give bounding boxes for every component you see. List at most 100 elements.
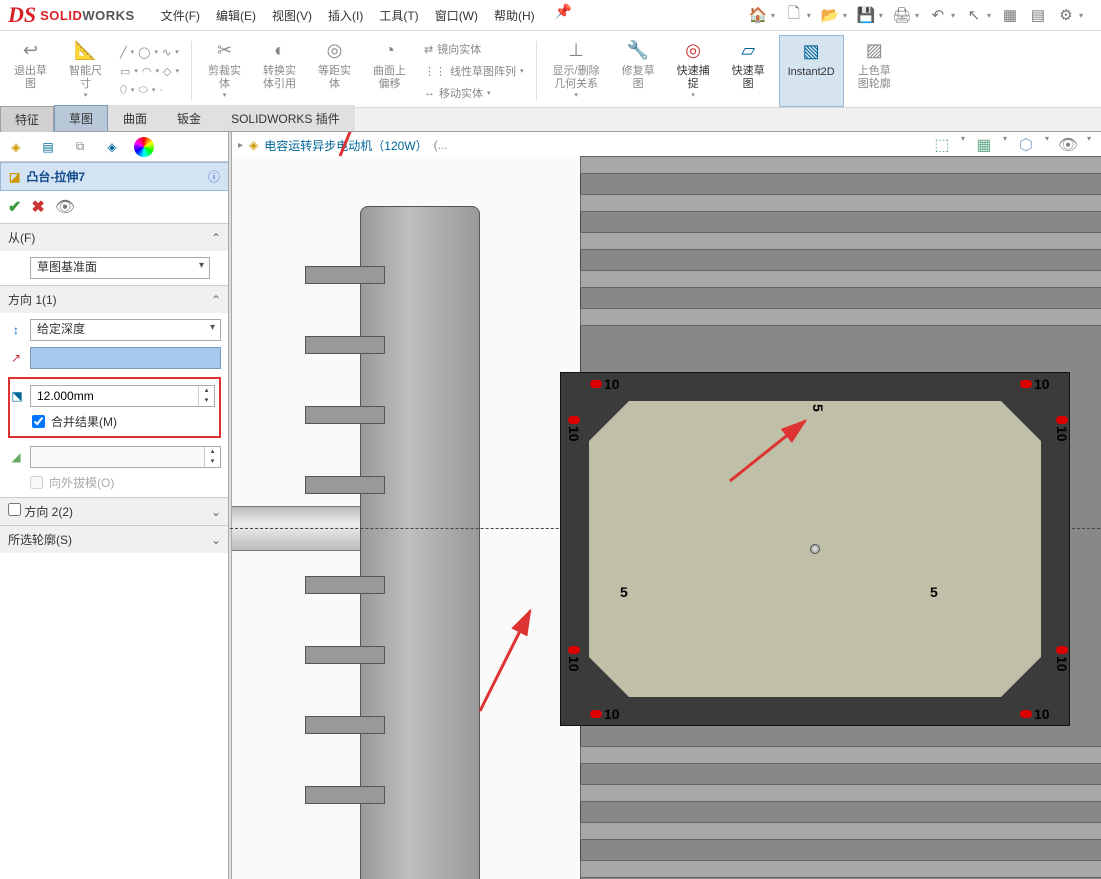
config-tab-icon[interactable]: ⧉ (70, 137, 90, 157)
smart-dimension-button[interactable]: 📐智能尺 寸▾ (61, 35, 110, 107)
menu-tool[interactable]: 工具(T) (373, 3, 424, 28)
draft-field (31, 447, 204, 467)
cancel-button[interactable]: ✖ (31, 197, 44, 217)
new-icon[interactable]: 🏠 (749, 6, 767, 24)
merge-result-label: 合并结果(M) (51, 413, 117, 430)
tab-surface[interactable]: 曲面 (108, 105, 162, 131)
tab-sketch[interactable]: 草图 (54, 105, 108, 131)
rebuild-icon[interactable]: ▦ (1001, 6, 1019, 24)
depth-spinner[interactable]: ▴▾ (198, 386, 214, 406)
from-section-header[interactable]: 从(F)⌃ (0, 224, 229, 251)
draft-outward-label: 向外拔模(O) (49, 474, 114, 491)
menu-file[interactable]: 文件(F) (155, 3, 206, 28)
appearance-tab-icon[interactable] (134, 137, 154, 157)
surface-offset-button[interactable]: ◔曲面上 偏移 (365, 35, 414, 107)
fin-protrusion (305, 646, 385, 664)
help-icon[interactable]: ⓘ (208, 168, 220, 185)
fin-protrusion (305, 266, 385, 284)
dimension-label[interactable]: 10 (590, 376, 620, 392)
draft-outward-checkbox (30, 476, 43, 489)
quick-snap-button[interactable]: ◎快速捕 捉▾ (669, 35, 718, 107)
fin-protrusion (305, 716, 385, 734)
model-canvas[interactable]: 10 10 10 10 10 10 10 10 5 5 5 (230, 156, 1101, 879)
draft-angle-input[interactable]: ▴▾ (30, 446, 221, 468)
extrude-boss-icon: ◪ (9, 170, 20, 184)
dimension-label[interactable]: 10 (590, 706, 620, 722)
rapid-sketch-button[interactable]: ▱快速草 图 (724, 35, 773, 107)
folder-open-icon[interactable]: 📂 (821, 6, 839, 24)
tab-sheetmetal[interactable]: 钣金 (162, 105, 216, 131)
menu-view[interactable]: 视图(V) (266, 3, 318, 28)
draft-icon[interactable]: ◢ (8, 449, 24, 465)
feature-title: 凸台-拉伸7 (26, 168, 85, 185)
command-tabstrip: 特征 草图 曲面 钣金 SOLIDWORKS 插件 (0, 108, 1101, 132)
select-icon[interactable]: ↖ (965, 6, 983, 24)
ok-button[interactable]: ✔ (8, 197, 21, 217)
reverse-direction-icon[interactable]: ↕ (8, 322, 24, 338)
direction-vector-field[interactable] (30, 347, 221, 369)
fin-protrusion (305, 336, 385, 354)
shaded-contour-button[interactable]: ▨上色草 图轮廓 (850, 35, 899, 107)
breadcrumb-arrow-icon[interactable]: ▸ (238, 140, 243, 151)
menu-insert[interactable]: 插入(I) (322, 3, 369, 28)
offset-entities-button[interactable]: ◎等距实 体 (310, 35, 359, 107)
draft-spinner[interactable]: ▴▾ (204, 447, 220, 467)
depth-input[interactable]: ▴▾ (30, 385, 215, 407)
pattern-mini-group[interactable]: ⇄镜向实体 ⋮⋮线性草图阵列▾ ↔移动实体▾ (420, 35, 528, 107)
dimension-label[interactable]: 10 (1054, 416, 1070, 442)
show-relations-button[interactable]: ⊥显示/删除 几何关系▾ (545, 35, 608, 107)
save-icon[interactable]: 💾 (857, 6, 875, 24)
depth-value-field[interactable] (31, 386, 198, 406)
menu-help[interactable]: 帮助(H) (488, 3, 541, 28)
sketch-line-tools[interactable]: ╱▾◯▾∿▾ ▭▾◠▾◇▾ ⬯▾⬭▾· (116, 35, 183, 107)
dimension-label[interactable]: 10 (1020, 706, 1050, 722)
property-tab-icon[interactable]: ▤ (38, 137, 58, 157)
direction2-checkbox[interactable] (8, 503, 21, 516)
direction2-section-header[interactable]: 方向 2(2)⌄ (0, 498, 229, 525)
dimension-label[interactable]: 5 (930, 584, 938, 600)
orientation-icon[interactable]: ⬚ (931, 134, 953, 156)
panel-splitter[interactable] (228, 132, 232, 879)
feature-tree-tab-icon[interactable]: ◈ (6, 137, 26, 157)
grid-icon[interactable]: ▤ (1029, 6, 1047, 24)
display-style-icon[interactable]: ▦ (973, 134, 995, 156)
annotation-arrow (470, 601, 550, 724)
trim-entities-button[interactable]: ✂剪裁实 体▾ (200, 35, 249, 107)
menu-pin-icon[interactable]: 📌 (555, 3, 572, 28)
exit-sketch-button[interactable]: ↩退出草 图 (6, 35, 55, 107)
repair-sketch-button[interactable]: 🔧修复草 图 (614, 35, 663, 107)
preview-toggle-icon[interactable]: 👁 (55, 197, 75, 217)
direction-vector-icon[interactable]: ↗ (8, 350, 24, 366)
tab-plugins[interactable]: SOLIDWORKS 插件 (216, 105, 355, 131)
open-icon[interactable]: 🗋 (785, 6, 803, 24)
tab-feature[interactable]: 特征 (0, 106, 54, 132)
annotation-highlight-box: ⬔ ▴▾ 合并结果(M) (8, 377, 221, 438)
settings-icon[interactable]: ⚙ (1057, 6, 1075, 24)
convert-entities-button[interactable]: ◐转换实 体引用 (255, 35, 304, 107)
hide-show-icon[interactable]: 👁 (1057, 134, 1079, 156)
scene-icon[interactable]: ⬡ (1015, 134, 1037, 156)
fin-protrusion (305, 406, 385, 424)
from-plane-select[interactable]: 草图基准面 (30, 257, 210, 279)
dimxpert-tab-icon[interactable]: ◈ (102, 137, 122, 157)
menu-window[interactable]: 窗口(W) (429, 3, 484, 28)
dimension-label[interactable]: 10 (1054, 646, 1070, 672)
selected-contours-header[interactable]: 所选轮廓(S)⌄ (0, 526, 229, 553)
part-icon: ◈ (249, 138, 258, 152)
panel-tab-bar: ◈ ▤ ⧉ ◈ (0, 132, 229, 162)
dimension-label[interactable]: 10 (566, 646, 582, 672)
print-icon[interactable]: 🖨 (893, 6, 911, 24)
instant2d-button[interactable]: ▧Instant2D (779, 35, 844, 107)
dimension-label[interactable]: 10 (1020, 376, 1050, 392)
feature-action-row: ✔ ✖ 👁 (0, 191, 229, 223)
dimension-label[interactable]: 5 (620, 584, 628, 600)
graphics-viewport[interactable]: ▸ ◈ 电容运转异步电动机（120W） (... ⬚▾ ▦▾ ⬡▾ 👁▾ (230, 132, 1101, 879)
merge-result-checkbox[interactable] (32, 415, 45, 428)
end-plate-geometry (360, 206, 480, 879)
undo-icon[interactable]: ↶ (929, 6, 947, 24)
dimension-label[interactable]: 10 (566, 416, 582, 442)
direction1-section-header[interactable]: 方向 1(1)⌃ (0, 286, 229, 313)
feature-title-bar: ◪ 凸台-拉伸7 ⓘ (0, 162, 229, 191)
menu-edit[interactable]: 编辑(E) (210, 3, 262, 28)
end-condition-select[interactable]: 给定深度 (30, 319, 221, 341)
